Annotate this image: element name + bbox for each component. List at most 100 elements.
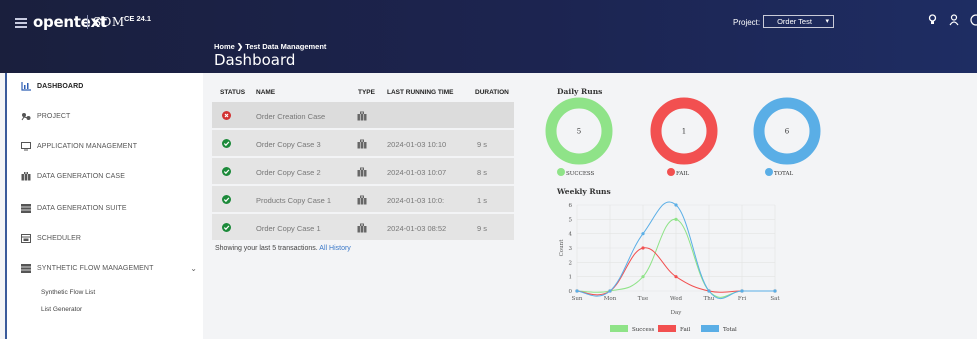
legend-label[interactable]: Success xyxy=(632,327,655,333)
row-time: 2024-01-03 10:10 xyxy=(387,140,447,149)
sidebar: DASHBOARD PROJECT APPLICATION MANAGEMENT… xyxy=(5,73,203,339)
data-point-success xyxy=(674,217,678,221)
briefcase-icon xyxy=(21,171,31,180)
weekly-runs-line-chart: 0 1 2 3 4 5 6 Sun Mon Tue Wed Thu Fri Sat Day Count Succ… xyxy=(559,201,780,333)
sidebar-item-synthetic-flow-management[interactable]: SYNTHETIC FLOW MANAGEMENT ⌄ xyxy=(7,258,205,278)
legend-label[interactable]: Total xyxy=(723,327,737,333)
legend-swatch xyxy=(658,325,676,332)
sidebar-item-data-generation-suite[interactable]: DATA GENERATION SUITE xyxy=(7,198,205,218)
x-tick-label: Sun xyxy=(572,296,583,302)
row-duration: 8 s xyxy=(477,168,488,177)
sidebar-item-dashboard[interactable]: DASHBOARD xyxy=(7,76,205,96)
success-status-icon xyxy=(222,195,231,204)
y-tick-label: 5 xyxy=(569,217,573,223)
success-status-icon xyxy=(222,167,231,176)
logo-divider xyxy=(87,15,88,29)
briefcase-icon xyxy=(357,167,367,177)
fail-status-icon xyxy=(222,111,231,120)
data-point-total xyxy=(608,289,612,293)
sidebar-item-label: SYNTHETIC FLOW MANAGEMENT xyxy=(37,264,154,272)
row-duration: 9 s xyxy=(477,140,488,149)
app-root: opentext SDM CE 24.1 Home ❯ Test Data Ma… xyxy=(0,0,977,339)
x-axis-label: Day xyxy=(671,310,683,316)
legend-label[interactable]: Fail xyxy=(680,327,690,333)
network-icon xyxy=(21,112,31,120)
chevron-down-icon[interactable]: ⌄ xyxy=(190,264,197,273)
table-row[interactable]: Order Copy Case 3 2024-01-03 10:10 9 s xyxy=(212,130,514,158)
all-history-link[interactable]: All History xyxy=(319,245,351,252)
data-point-fail xyxy=(674,275,678,279)
briefcase-icon xyxy=(357,223,367,233)
sidebar-item-data-generation-case[interactable]: DATA GENERATION CASE xyxy=(7,166,205,186)
sidebar-subitem-list-generator[interactable]: List Generator xyxy=(41,306,82,313)
lightbulb-icon[interactable] xyxy=(928,14,937,26)
daily-runs-donuts: 5 SUCCESS 1 FAIL 6 TOTAL xyxy=(545,97,821,177)
legend-swatch xyxy=(667,168,675,176)
row-name: Order Copy Case 3 xyxy=(256,140,321,149)
breadcrumb[interactable]: Home ❯ Test Data Management xyxy=(214,42,326,51)
legend-label[interactable]: TOTAL xyxy=(774,171,794,177)
table-header: STATUS NAME TYPE LAST RUNNING TIME DURAT… xyxy=(212,85,514,100)
briefcase-icon xyxy=(357,195,367,205)
transactions-footnote: Showing your last 5 transactions. All Hi… xyxy=(215,245,351,252)
donut-value-label: 6 xyxy=(785,128,790,136)
data-point-total xyxy=(773,289,777,293)
legend-swatch xyxy=(557,168,565,176)
table-row[interactable]: Order Creation Case xyxy=(212,102,514,130)
product-version: CE 24.1 xyxy=(124,14,152,23)
y-tick-label: 2 xyxy=(569,260,573,266)
success-status-icon xyxy=(222,139,231,148)
table-row[interactable]: Products Copy Case 1 2024-01-03 10:0: 1 … xyxy=(212,186,514,214)
x-tick-label: Wed xyxy=(670,296,682,302)
table-row[interactable]: Order Copy Case 2 2024-01-03 10:07 8 s xyxy=(212,158,514,186)
row-name: Order Creation Case xyxy=(256,112,326,121)
sidebar-subitem-synthetic-flow-list[interactable]: Synthetic Flow List xyxy=(41,289,95,296)
sidebar-item-label: SCHEDULER xyxy=(37,234,82,242)
legend-swatch xyxy=(765,168,773,176)
x-tick-label: Fri xyxy=(738,296,746,302)
footnote-text: Showing your last 5 transactions. xyxy=(215,245,318,252)
sidebar-item-label: APPLICATION MANAGEMENT xyxy=(37,142,138,150)
chevron-down-icon: ▾ xyxy=(825,18,829,25)
daily-runs-title: Daily Runs xyxy=(557,87,602,96)
top-bar: opentext SDM CE 24.1 Home ❯ Test Data Ma… xyxy=(0,0,977,73)
flow-icon xyxy=(21,263,31,273)
user-icon[interactable] xyxy=(949,14,959,26)
help-icon[interactable] xyxy=(970,14,977,26)
donut-value-label: 5 xyxy=(577,128,581,136)
y-tick-label: 4 xyxy=(569,232,573,238)
sidebar-item-label: DATA GENERATION CASE xyxy=(37,172,125,180)
row-time: 2024-01-03 10:0: xyxy=(387,196,445,205)
sidebar-item-scheduler[interactable]: SCHEDULER xyxy=(7,228,205,248)
sidebar-item-application-management[interactable]: APPLICATION MANAGEMENT xyxy=(7,136,205,156)
menu-icon[interactable] xyxy=(15,18,27,30)
data-point-total xyxy=(707,289,711,293)
sidebar-item-project[interactable]: PROJECT xyxy=(7,106,205,126)
charts-svg: Daily Runs 5 SUCCESS 1 FAIL 6 TOTAL Weekly Ru… xyxy=(545,87,821,333)
sidebar-item-label: DATA GENERATION SUITE xyxy=(37,204,127,212)
project-select-value: Order Test xyxy=(777,17,812,26)
x-tick-label: Sat xyxy=(770,296,780,302)
x-tick-label: Tue xyxy=(638,296,648,302)
project-select[interactable]: Order Test ▾ xyxy=(763,15,834,28)
sidebar-item-label: PROJECT xyxy=(37,112,71,120)
legend-label[interactable]: FAIL xyxy=(676,171,689,177)
data-point-total xyxy=(740,289,744,293)
page-title: Dashboard xyxy=(214,51,296,69)
legend-swatch xyxy=(701,325,719,332)
briefcase-icon xyxy=(357,111,367,121)
legend-label[interactable]: SUCCESS xyxy=(566,171,595,177)
column-header-status: STATUS xyxy=(220,89,246,96)
project-label: Project: xyxy=(733,18,761,27)
product-name: SDM xyxy=(93,15,125,29)
row-name: Order Copy Case 2 xyxy=(256,168,321,177)
column-header-type: TYPE xyxy=(358,89,375,96)
table-row[interactable]: Order Copy Case 1 2024-01-03 08:52 9 s xyxy=(212,214,514,242)
briefcase-icon xyxy=(357,139,367,149)
data-point-total xyxy=(674,203,678,207)
row-duration: 1 s xyxy=(477,196,488,205)
x-tick-label: Mon xyxy=(604,296,617,302)
row-duration: 9 s xyxy=(477,224,488,233)
weekly-runs-title: Weekly Runs xyxy=(556,187,611,196)
x-tick-label: Thu xyxy=(704,296,715,302)
